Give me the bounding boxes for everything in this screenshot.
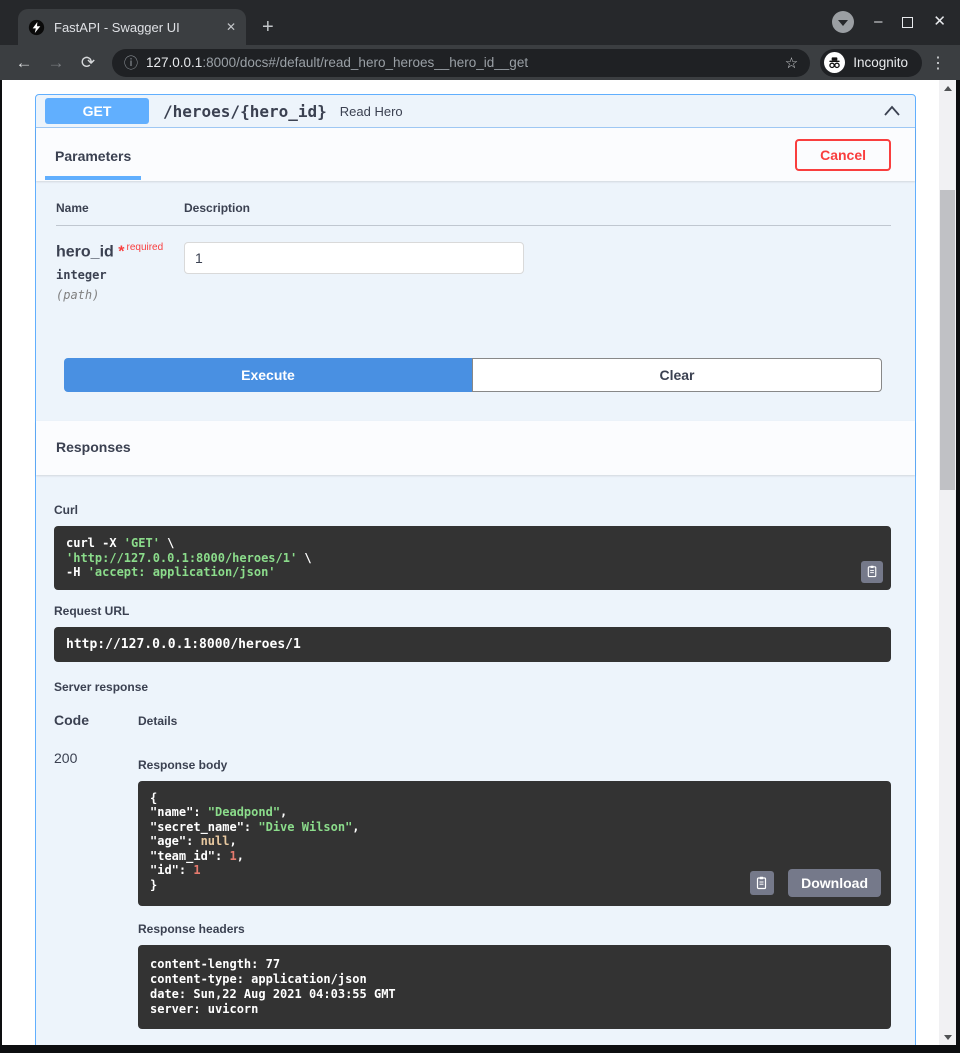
request-url-label: Request URL (54, 604, 891, 618)
method-badge: GET (45, 98, 149, 124)
response-body-block: { "name": "Deadpond", "secret_name": "Di… (138, 781, 891, 907)
scrollbar-up-icon[interactable] (939, 80, 956, 96)
parameter-type: integer (56, 268, 184, 282)
copy-curl-button[interactable] (861, 561, 883, 583)
bookmark-star-icon[interactable]: ☆ (785, 54, 798, 72)
tab-parameters[interactable]: Parameters (45, 130, 141, 180)
scrollbar-thumb[interactable] (940, 190, 955, 490)
tab-close-icon[interactable]: ✕ (226, 20, 236, 34)
incognito-badge: Incognito (820, 49, 922, 77)
window-close-button[interactable]: ✕ (933, 12, 946, 32)
fastapi-favicon-icon (28, 19, 45, 36)
responses-body: Curl curl -X 'GET' \ 'http://127.0.0.1:8… (36, 503, 915, 1045)
status-code: 200 (54, 750, 138, 1030)
parameter-location: (path) (56, 288, 184, 302)
operation-path: /heroes/{hero_id} (163, 102, 327, 121)
browser-tab[interactable]: FastAPI - Swagger UI ✕ (18, 9, 246, 45)
parameters-section-header: Parameters Cancel (36, 128, 915, 181)
clear-button[interactable]: Clear (472, 358, 882, 392)
page-scrollbar[interactable] (939, 80, 956, 1045)
window-maximize-button[interactable] (902, 17, 913, 28)
clipboard-icon (866, 565, 879, 578)
url-path: :8000/docs#/default/read_hero_heroes__he… (202, 55, 528, 70)
reload-button[interactable]: ⟳ (74, 53, 102, 73)
clipboard-icon (755, 876, 769, 890)
incognito-icon (824, 52, 845, 73)
hero-id-input[interactable] (184, 242, 524, 274)
response-headers-label: Response headers (138, 922, 891, 936)
curl-code: curl -X 'GET' \ 'http://127.0.0.1:8000/h… (66, 536, 879, 580)
window-minimize-button[interactable]: – (874, 12, 882, 32)
download-button[interactable]: Download (788, 869, 881, 897)
collapse-chevron-icon[interactable] (883, 104, 901, 118)
new-tab-button[interactable]: + (262, 17, 274, 37)
operation-summary-text: Read Hero (340, 104, 883, 119)
url-text[interactable]: 127.0.0.1:8000/docs#/default/read_hero_h… (146, 55, 777, 70)
execute-wrapper: Execute Clear (64, 358, 882, 392)
browser-titlebar: FastAPI - Swagger UI ✕ + – ✕ (0, 0, 960, 45)
scrollbar-down-icon[interactable] (939, 1029, 956, 1045)
operation-summary[interactable]: GET /heroes/{hero_id} Read Hero (36, 95, 915, 128)
url-bar[interactable]: ⓘ 127.0.0.1:8000/docs#/default/read_hero… (112, 49, 810, 77)
required-star: * (118, 243, 124, 260)
tab-title: FastAPI - Swagger UI (54, 20, 217, 35)
incognito-label: Incognito (853, 55, 908, 70)
required-label: required (126, 242, 163, 253)
site-info-icon[interactable]: ⓘ (124, 53, 138, 73)
parameters-table: Name Description hero_id *required integ… (36, 181, 915, 302)
cancel-button[interactable]: Cancel (795, 139, 891, 171)
url-host: 127.0.0.1 (146, 55, 202, 70)
parameter-row: hero_id *required integer (path) (56, 226, 891, 302)
swagger-page: GET /heroes/{hero_id} Read Hero Paramete… (2, 80, 956, 1045)
browser-menu-icon[interactable]: ⋮ (926, 53, 950, 73)
copy-response-button[interactable] (750, 871, 774, 895)
operation-block: GET /heroes/{hero_id} Read Hero Paramete… (35, 94, 916, 1045)
response-headers-block: content-length: 77content-type: applicat… (138, 945, 891, 1029)
column-header-code: Code (54, 712, 138, 728)
forward-button[interactable]: → (42, 53, 70, 73)
browser-update-icon[interactable] (832, 11, 854, 33)
execute-button[interactable]: Execute (64, 358, 472, 392)
server-response-label: Server response (54, 680, 891, 694)
curl-label: Curl (54, 503, 891, 517)
curl-block: curl -X 'GET' \ 'http://127.0.0.1:8000/h… (54, 526, 891, 590)
parameter-name: hero_id *required (56, 242, 184, 261)
column-header-details: Details (138, 714, 177, 728)
browser-toolbar: ← → ⟳ ⓘ 127.0.0.1:8000/docs#/default/rea… (0, 45, 960, 80)
server-response-row: 200 Response body { "name": "Deadpond", … (54, 750, 891, 1030)
back-button[interactable]: ← (10, 53, 38, 73)
column-header-description: Description (184, 201, 250, 215)
responses-section-header: Responses (36, 421, 915, 475)
column-header-name: Name (56, 201, 184, 215)
request-url-value: http://127.0.0.1:8000/heroes/1 (54, 627, 891, 662)
response-body-label: Response body (138, 758, 891, 772)
responses-title: Responses (56, 439, 131, 455)
